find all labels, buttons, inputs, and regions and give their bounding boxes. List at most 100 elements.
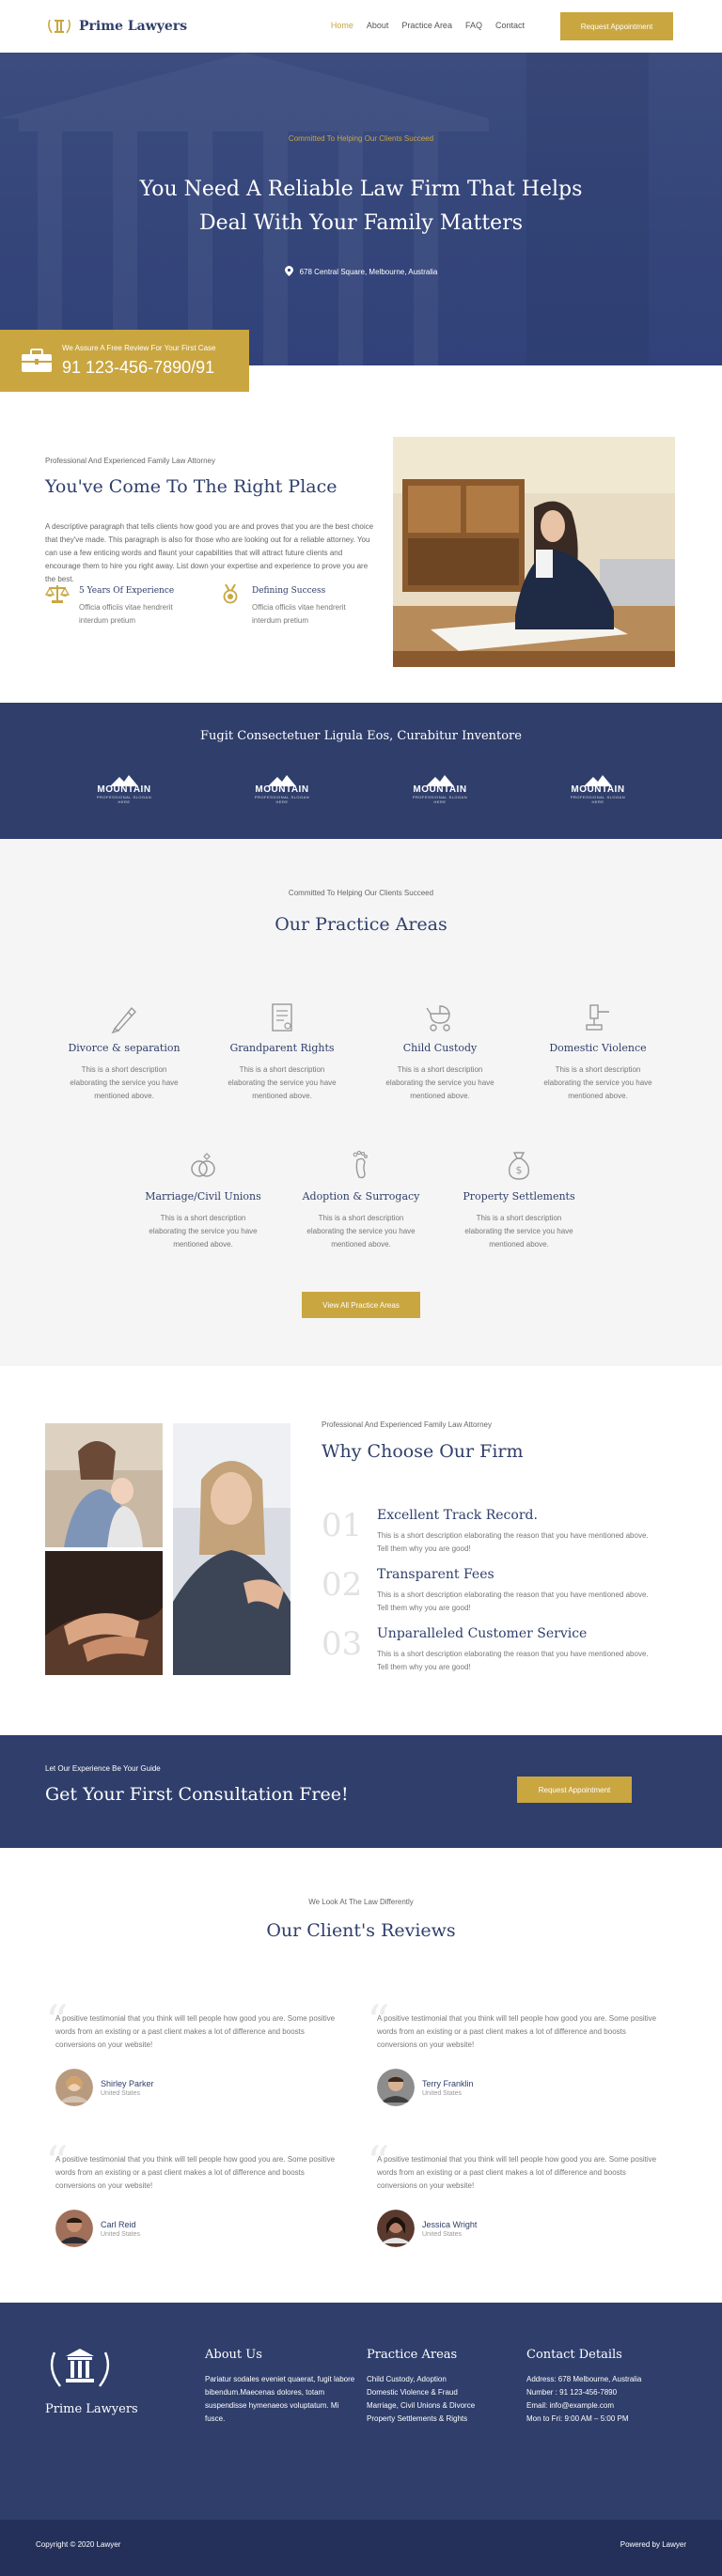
partner-logo-slogan: PROFESSIONAL SLOGAN HERE	[570, 795, 626, 804]
pillar-laurel-icon	[50, 2349, 110, 2387]
practice-title: Our Practice Areas	[275, 914, 447, 935]
gavel-icon	[586, 1004, 609, 1031]
partner-logo: MOUNTAIN PROFESSIONAL SLOGAN HERE	[248, 775, 316, 807]
feature-experience: 5 Years Of Experience Officia officiis v…	[45, 583, 201, 628]
footer-about-text: Pariatur sodales eveniet quaerat, fugit …	[205, 2375, 355, 2423]
practice-area-child-custody[interactable]: Child Custody This is a short descriptio…	[374, 1001, 506, 1103]
hero-title: You Need A Reliable Law Firm That Helps …	[0, 173, 722, 241]
partner-logo-name: MOUNTAIN	[413, 784, 467, 795]
mother-child-photo	[45, 1423, 163, 1547]
partner-logo: MOUNTAIN PROFESSIONAL SLOGAN HERE	[90, 775, 158, 807]
rings-icon	[191, 1153, 215, 1177]
reviewer: Carl Reid United States	[45, 2210, 337, 2247]
hands-photo	[45, 1551, 163, 1675]
footer-logo[interactable]: Prime Lawyers	[45, 2345, 138, 2416]
nav-contact[interactable]: Contact	[495, 21, 525, 30]
site-header: Prime Lawyers Home About Practice Area F…	[0, 0, 722, 53]
practice-areas-section: Committed To Helping Our Clients Succeed…	[0, 839, 722, 1366]
practice-area-title: Adoption & Surrogacy	[302, 1190, 420, 1203]
about-title: You've Come To The Right Place	[45, 476, 337, 497]
avatar	[377, 2210, 415, 2247]
footer-link[interactable]: Marriage, Civil Unions & Divorce	[367, 2399, 517, 2413]
footer-contact-phone[interactable]: Number : 91 123-456-7890	[526, 2386, 686, 2399]
practice-area-marriage[interactable]: Marriage/Civil Unions This is a short de…	[137, 1149, 269, 1251]
consultation-cta-section: Let Our Experience Be Your Guide Get You…	[0, 1735, 722, 1848]
footer-link[interactable]: Domestic Violence & Fraud	[367, 2386, 517, 2399]
footer-link[interactable]: Property Settlements & Rights	[367, 2413, 517, 2426]
footer-practice-title: Practice Areas	[367, 2348, 458, 2362]
lawyer-at-desk-photo	[393, 437, 675, 667]
review-text: A positive testimonial that you think wi…	[55, 2155, 336, 2190]
powered-by-text[interactable]: Powered by Lawyer	[620, 2540, 686, 2549]
practice-area-title: Property Settlements	[463, 1190, 575, 1203]
practice-area-desc: This is a short description elaborating …	[385, 1065, 494, 1100]
partner-logos-section: Fugit Consectetuer Ligula Eos, Curabitur…	[0, 703, 722, 839]
nav-about[interactable]: About	[367, 21, 389, 30]
nav-faq[interactable]: FAQ	[465, 21, 482, 30]
footer-contact: Contact Details Address: 678 Melbourne, …	[526, 2348, 686, 2426]
feature-title: Defining Success	[252, 586, 326, 596]
practice-area-adoption[interactable]: Adoption & Surrogacy This is a short des…	[295, 1149, 427, 1251]
nav-home[interactable]: Home	[331, 21, 353, 30]
partner-logo-name: MOUNTAIN	[97, 784, 151, 795]
copyright-bar: Copyright © 2020 Lawyer Powered by Lawye…	[0, 2520, 722, 2576]
cta-request-appointment-button[interactable]: Request Appointment	[517, 1777, 632, 1803]
why-kicker: Professional And Experienced Family Law …	[322, 1420, 492, 1429]
partner-logo-slogan: PROFESSIONAL SLOGAN HERE	[254, 795, 310, 804]
partner-logo: MOUNTAIN PROFESSIONAL SLOGAN HERE	[564, 775, 632, 807]
reviewer-location: United States	[101, 2089, 141, 2097]
reason-title: Unparalleled Customer Service	[377, 1626, 588, 1641]
footer-contact-title: Contact Details	[526, 2348, 622, 2362]
request-appointment-button[interactable]: Request Appointment	[560, 12, 673, 40]
review-card: “ A positive testimonial that you think …	[367, 1999, 658, 2106]
about-section: Professional And Experienced Family Law …	[0, 365, 722, 703]
free-review-promo[interactable]: We Assure A Free Review For Your First C…	[0, 330, 249, 392]
svg-text:$: $	[516, 1164, 523, 1176]
pillar-laurel-icon	[48, 19, 71, 34]
partner-logo-slogan: PROFESSIONAL SLOGAN HERE	[96, 795, 152, 804]
footer-contact-address: Address: 678 Melbourne, Australia	[526, 2375, 642, 2383]
footer-about: About Us Pariatur sodales eveniet quaera…	[205, 2348, 355, 2426]
footer-contact-email[interactable]: Email: info@example.com	[526, 2399, 686, 2413]
nav-practice-area[interactable]: Practice Area	[401, 21, 452, 30]
cta-title: Get Your First Consultation Free!	[45, 1784, 349, 1805]
hero-tagline: Committed To Helping Our Clients Succeed	[288, 134, 434, 143]
client-consultation-photo	[173, 1423, 290, 1675]
brand-logo[interactable]: Prime Lawyers	[45, 16, 187, 37]
logo-row: MOUNTAIN PROFESSIONAL SLOGAN HERE MOUNTA…	[90, 775, 632, 807]
review-text: A positive testimonial that you think wi…	[377, 2155, 657, 2190]
avatar	[55, 2210, 93, 2247]
reviews-section: We Look At The Law Differently Our Clien…	[0, 1848, 722, 2303]
document-icon	[272, 1003, 292, 1032]
hero-section: Committed To Helping Our Clients Succeed…	[0, 53, 722, 392]
promo-phone[interactable]: 91 123-456-7890/91	[62, 358, 215, 378]
practice-area-grandparent-rights[interactable]: Grandparent Rights This is a short descr…	[216, 1001, 348, 1103]
footer-link[interactable]: Child Custody, Adoption	[367, 2373, 517, 2386]
pen-icon	[111, 1006, 136, 1034]
practice-area-title: Domestic Violence	[549, 1042, 647, 1054]
money-bag-icon: $	[508, 1152, 530, 1180]
medal-icon	[223, 583, 238, 604]
view-all-practice-areas-button[interactable]: View All Practice Areas	[302, 1292, 420, 1318]
scales-icon	[45, 585, 70, 603]
reviewer: Jessica Wright United States	[367, 2210, 658, 2247]
practice-area-domestic-violence[interactable]: Domestic Violence This is a short descri…	[532, 1001, 664, 1103]
reviewer-location: United States	[422, 2230, 463, 2238]
copyright-text: Copyright © 2020 Lawyer	[36, 2540, 121, 2549]
main-nav: Home About Practice Area FAQ Contact	[331, 21, 525, 30]
map-pin-icon	[284, 266, 293, 276]
hero-title-line-1: You Need A Reliable Law Firm That Helps	[139, 178, 583, 201]
review-text: A positive testimonial that you think wi…	[55, 2014, 336, 2049]
stroller-icon	[426, 1005, 450, 1032]
footprint-icon	[353, 1150, 368, 1179]
avatar	[377, 2069, 415, 2106]
why-title: Why Choose Our Firm	[322, 1441, 524, 1462]
hero-address-text: 678 Central Square, Melbourne, Australia	[299, 268, 438, 276]
review-card: “ A positive testimonial that you think …	[45, 1999, 337, 2106]
footer-contact-hours: Mon to Fri: 9:00 AM – 5:00 PM	[526, 2414, 629, 2423]
practice-area-divorce[interactable]: Divorce & separation This is a short des…	[58, 1001, 190, 1103]
practice-area-title: Marriage/Civil Unions	[145, 1190, 261, 1203]
reason-desc: This is a short description elaborating …	[377, 1650, 649, 1671]
briefcase-icon	[22, 349, 52, 372]
practice-area-property[interactable]: $ Property Settlements This is a short d…	[453, 1149, 585, 1251]
